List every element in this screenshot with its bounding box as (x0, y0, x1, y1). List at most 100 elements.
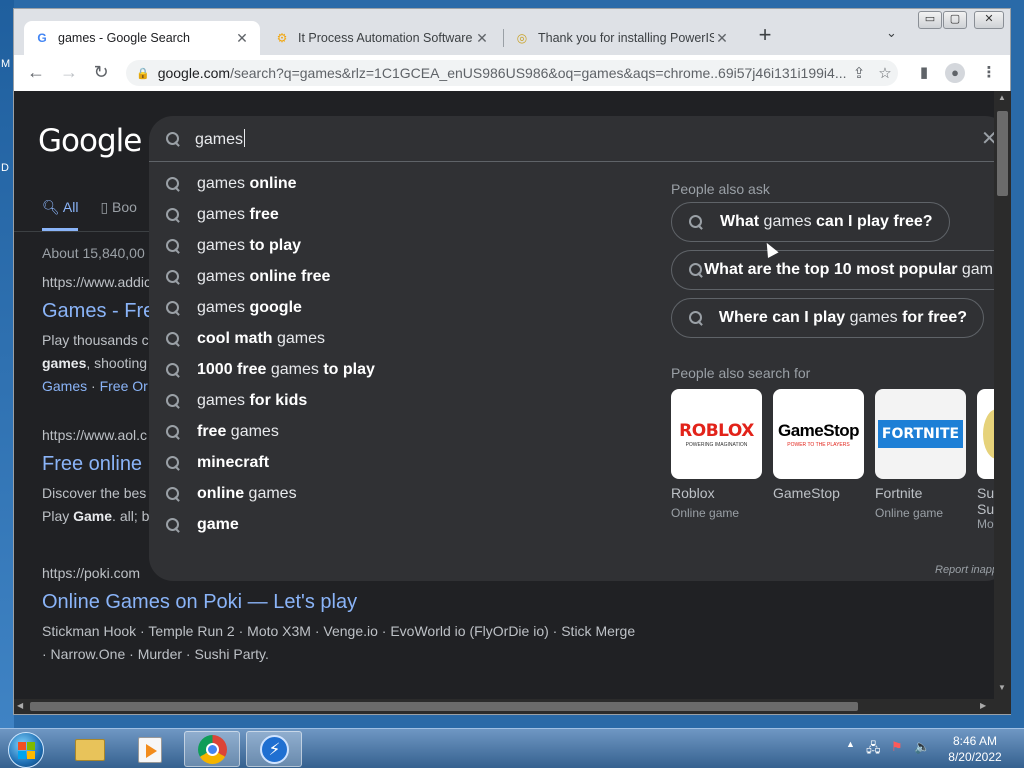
result-title-link[interactable]: Games - Fre (42, 300, 154, 323)
new-tab-button[interactable]: + (752, 23, 778, 49)
desktop-mark: D (1, 162, 9, 174)
people-also-ask-chip[interactable]: What games can I play free? (671, 202, 950, 242)
power-automate-taskbar-button[interactable]: ⚡ (246, 731, 302, 767)
entity-card-partial[interactable]: Su Su Mo (977, 389, 994, 531)
menu-kebab-icon[interactable]: ⋮ (978, 63, 1000, 83)
tab-games-google-search[interactable]: G games - Google Search ✕ (24, 21, 260, 55)
tab-all[interactable]: 🔍︎ All (42, 199, 79, 231)
suggestion-item[interactable]: games for kids (149, 385, 649, 416)
close-tab-icon[interactable]: ✕ (474, 30, 490, 47)
scroll-corner (994, 699, 1011, 714)
suggestion-text: minecraft (197, 453, 270, 471)
search-result: https://www.addic Games - Fre Play thous… (42, 274, 154, 398)
suggestion-item[interactable]: games to play (149, 230, 649, 261)
scroll-thumb[interactable] (997, 111, 1008, 196)
entity-card-gamestop[interactable]: GameStop POWER TO THE PLAYERS GameStop (773, 389, 865, 501)
close-tab-icon[interactable]: ✕ (234, 30, 250, 47)
suggestion-item[interactable]: minecraft (149, 447, 649, 478)
suggestion-item[interactable]: 1000 free games to play (149, 354, 649, 385)
tab-it-process-automation[interactable]: ⚙ It Process Automation Software - ✕ (264, 21, 500, 55)
media-player-taskbar-button[interactable] (122, 731, 178, 767)
suggestion-list: games online games free games to play ga… (149, 168, 649, 540)
search-icon (165, 269, 181, 285)
close-window-button[interactable]: ✕ (974, 11, 1004, 29)
lock-icon[interactable]: 🔒 (136, 67, 150, 80)
result-url[interactable]: https://www.addic (42, 274, 154, 290)
clock[interactable]: 8:46 AM 8/20/2022 (940, 733, 1010, 765)
suggestion-item[interactable]: free games (149, 416, 649, 447)
clear-search-icon[interactable]: ✕ (981, 126, 994, 151)
bookmark-star-icon[interactable]: ☆ (872, 64, 898, 82)
scroll-down-icon[interactable]: ▼ (998, 683, 1006, 692)
show-hidden-icons-icon[interactable]: ▲ (846, 739, 855, 749)
entity-card-fortnite[interactable]: FORTNITE Fortnite Online game (875, 389, 967, 520)
volume-icon[interactable]: 🔈 (914, 739, 930, 755)
search-results-page: Google 🔍︎ All ▯ Boo About 15,840,00 http… (14, 91, 994, 699)
url-path: /search?q=games&rlz=1C1GCEA_enUS986US986… (230, 65, 846, 81)
search-input[interactable]: games (195, 129, 246, 149)
maximize-button[interactable]: ▢ (943, 11, 967, 29)
search-icon (688, 214, 704, 230)
result-stats: About 15,840,00 (42, 245, 145, 261)
profile-avatar-icon[interactable]: ● (945, 63, 965, 83)
scroll-up-icon[interactable]: ▲ (998, 93, 1006, 102)
suggestion-item[interactable]: online games (149, 478, 649, 509)
people-also-ask-chip[interactable]: What are the top 10 most popular gam (671, 250, 994, 290)
result-title-link[interactable]: Free online (42, 453, 149, 476)
google-logo[interactable]: Google (38, 123, 142, 159)
suggestion-item[interactable]: game (149, 509, 649, 540)
back-button[interactable]: ← (24, 61, 48, 85)
search-icon (165, 393, 181, 409)
tab-poweriso[interactable]: ◎ Thank you for installing PowerISO ✕ (504, 21, 740, 55)
scroll-thumb[interactable] (30, 702, 858, 711)
suggestion-text: game (197, 515, 239, 533)
search-icon (165, 517, 181, 533)
search-box[interactable]: games ✕ (149, 116, 994, 162)
card-name: Roblox (671, 485, 715, 501)
search-icon (165, 424, 181, 440)
suggestion-item[interactable]: cool math games (149, 323, 649, 354)
action-center-flag-icon[interactable]: ⚑ (891, 739, 903, 755)
tab-search-chevron-icon[interactable]: ⌄ (886, 25, 897, 41)
reload-button[interactable]: ↻ (89, 61, 113, 85)
side-panel-icon[interactable]: ▮ (913, 63, 935, 83)
scroll-right-icon[interactable]: ▶ (980, 701, 986, 710)
vertical-scrollbar[interactable]: ▲ ▼ (994, 91, 1011, 699)
result-title-link[interactable]: Online Games on Poki — Let's play (42, 591, 635, 614)
search-icon (165, 176, 181, 192)
people-also-ask-chip[interactable]: Where can I play games for free? (671, 298, 984, 338)
result-snippet: Stickman Hook · Temple Run 2 · Moto X3M … (42, 620, 635, 666)
suggestion-text: free games (197, 422, 279, 440)
result-url[interactable]: https://www.aol.c (42, 427, 149, 443)
horizontal-scrollbar[interactable]: ◀ ▶ (14, 699, 994, 714)
search-icon (165, 238, 181, 254)
search-icon (165, 331, 181, 347)
chip-text: What games can I play free? (720, 213, 933, 230)
file-explorer-taskbar-button[interactable] (62, 731, 118, 767)
tab-title: Thank you for installing PowerISO (538, 31, 714, 45)
address-bar[interactable]: 🔒 google.com/search?q=games&rlz=1C1GCEA_… (126, 60, 898, 86)
scroll-left-icon[interactable]: ◀ (17, 701, 23, 710)
taskbar: ⚡ ▲ 🖧 ⚑ 🔈 8:46 AM 8/20/2022 (0, 728, 1024, 768)
suggestion-item[interactable]: games google (149, 292, 649, 323)
start-button[interactable] (8, 732, 44, 768)
share-icon[interactable]: ⇪ (846, 64, 872, 82)
close-tab-icon[interactable]: ✕ (714, 30, 730, 47)
search-icon (165, 300, 181, 316)
suggestion-item[interactable]: games online (149, 168, 649, 199)
url-text[interactable]: google.com/search?q=games&rlz=1C1GCEA_en… (158, 65, 846, 81)
chrome-taskbar-button[interactable] (184, 731, 240, 767)
suggestion-item[interactable]: games online free (149, 261, 649, 292)
suggestion-item[interactable]: games free (149, 199, 649, 230)
sitelink[interactable]: Games (42, 378, 87, 394)
network-icon[interactable]: 🖧 (866, 739, 881, 761)
minimize-button[interactable]: ▭ (918, 11, 942, 29)
search-small-icon: 🔍︎ (42, 199, 63, 215)
tab-books[interactable]: ▯ Boo (100, 199, 137, 231)
chrome-icon (198, 735, 227, 764)
entity-card-roblox[interactable]: ROBLOX POWERING IMAGINATION Roblox Onlin… (671, 389, 763, 520)
suggestion-text: games for kids (197, 391, 308, 409)
report-inappropriate-link[interactable]: Report inapp (935, 564, 994, 576)
forward-button[interactable]: → (57, 61, 81, 85)
sitelink[interactable]: Free Or (100, 378, 148, 394)
